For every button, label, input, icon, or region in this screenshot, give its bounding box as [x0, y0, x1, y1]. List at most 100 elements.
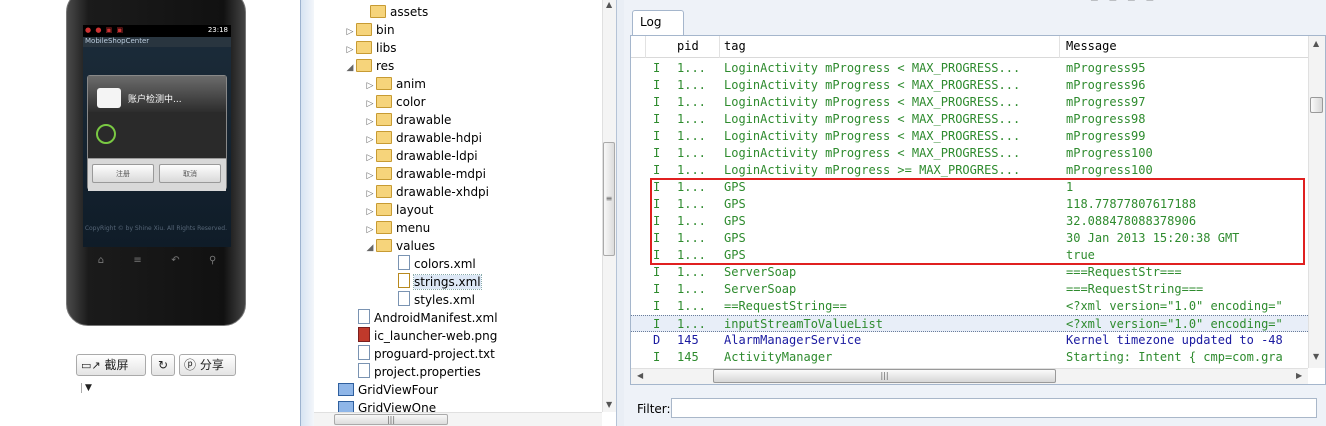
- back-key-icon[interactable]: ↶: [171, 255, 179, 269]
- log-tag: ServerSoap: [724, 265, 797, 279]
- tree-item-label: AndroidManifest.xml: [374, 311, 498, 325]
- tree-item[interactable]: ◢ res: [344, 57, 394, 75]
- tree-item[interactable]: ▷ bin: [344, 21, 395, 39]
- scroll-down-arrow-icon[interactable]: ▼: [606, 400, 612, 409]
- log-row[interactable]: I 1... LoginActivity mProgress < MAX_PROGR…: [631, 77, 1308, 94]
- scroll-up-arrow-icon[interactable]: ▲: [606, 0, 612, 9]
- collapse-arrow-icon[interactable]: ◢: [344, 59, 356, 77]
- log-row[interactable]: I 1... inputStreamToValueList <?xml version…: [631, 315, 1308, 332]
- log-row[interactable]: I 1... LoginActivity mProgress < MAX_PROGR…: [631, 60, 1308, 77]
- scroll-down-arrow-icon[interactable]: ▼: [1313, 352, 1319, 361]
- log-message: mProgress100: [1066, 163, 1153, 177]
- folder-icon: [376, 113, 392, 126]
- tree-item[interactable]: colors.xml: [384, 255, 476, 273]
- header-separator: [1059, 36, 1060, 58]
- log-row[interactable]: I 1... LoginActivity mProgress < MAX_PROGR…: [631, 128, 1308, 145]
- tree-item[interactable]: ▷ libs: [344, 39, 397, 57]
- log-tag: AlarmManagerService: [724, 333, 862, 347]
- message-column-header[interactable]: Message: [1066, 39, 1117, 53]
- log-row[interactable]: I 145 ActivityManager Starting: Intent { cm…: [631, 349, 1308, 366]
- tree-item-label: layout: [396, 203, 434, 217]
- emulator-screen[interactable]: ● ● ▣ ▣ 23:18 MobileShopCenter 账户检测中... …: [83, 25, 231, 247]
- tree-item[interactable]: proguard-project.txt: [344, 345, 495, 363]
- dialog-header: 账户检测中...: [88, 76, 226, 112]
- scroll-right-arrow-icon[interactable]: ▶: [1296, 371, 1302, 380]
- log-vertical-scrollbar[interactable]: [1308, 36, 1325, 368]
- tree-horizontal-scroll-thumb[interactable]: |||: [334, 414, 448, 425]
- log-row[interactable]: I 1... LoginActivity mProgress >= MAX_PROG…: [631, 162, 1308, 179]
- tree-item[interactable]: strings.xml: [384, 273, 482, 291]
- folder-icon: [376, 185, 392, 198]
- log-level: I: [653, 78, 661, 92]
- log-tag: LoginActivity mProgress < MAX_PROGRESS..…: [724, 61, 1021, 75]
- tab-log[interactable]: Log: [632, 10, 684, 36]
- folder-icon: [356, 59, 372, 72]
- log-message: <?xml version="1.0" encoding=": [1066, 299, 1283, 313]
- project-icon: [338, 383, 354, 396]
- screenshot-icon: ▭↗: [81, 359, 101, 372]
- tree-item[interactable]: assets: [358, 3, 428, 21]
- chevron-down-icon[interactable]: ▼: [81, 383, 92, 393]
- log-row[interactable]: I 1... LoginActivity mProgress < MAX_PROGR…: [631, 111, 1308, 128]
- log-level: I: [653, 112, 661, 126]
- log-row[interactable]: D 145 AlarmManagerService Kernel timezone u…: [631, 332, 1308, 349]
- tree-item[interactable]: ▷ drawable-hdpi: [364, 129, 482, 147]
- tree-item-label: drawable-ldpi: [396, 149, 478, 163]
- tree-item[interactable]: styles.xml: [384, 291, 475, 309]
- tree-item[interactable]: ▷ drawable-xhdpi: [364, 183, 489, 201]
- log-message: mProgress95: [1066, 61, 1146, 75]
- xml-file-icon: [398, 273, 410, 288]
- log-level: I: [653, 146, 661, 160]
- tree-vertical-scroll-thumb[interactable]: ≡: [603, 142, 615, 256]
- tree-item[interactable]: AndroidManifest.xml: [344, 309, 498, 327]
- home-key-icon[interactable]: ⌂: [98, 255, 104, 269]
- view-divider[interactable]: [616, 0, 624, 426]
- log-message: ===RequestStr===: [1066, 265, 1182, 279]
- filter-input[interactable]: [671, 398, 1317, 418]
- tree-item[interactable]: ▷ anim: [364, 75, 426, 93]
- menu-key-icon[interactable]: ≡: [133, 255, 141, 269]
- gps-highlight-box: [650, 178, 1305, 265]
- log-horizontal-scroll-thumb[interactable]: |||: [713, 369, 1056, 383]
- log-table-header: pid tag Message: [631, 36, 1308, 58]
- refresh-button[interactable]: ↻: [151, 354, 175, 376]
- folder-icon: [376, 239, 392, 252]
- log-row[interactable]: I 1... LoginActivity mProgress < MAX_PROGR…: [631, 94, 1308, 111]
- log-vertical-scroll-thumb[interactable]: [1310, 97, 1323, 113]
- folder-icon: [376, 203, 392, 216]
- log-tag: LoginActivity mProgress < MAX_PROGRESS..…: [724, 146, 1021, 160]
- tree-item[interactable]: ▷ drawable-ldpi: [364, 147, 478, 165]
- log-tag: LoginActivity mProgress < MAX_PROGRESS..…: [724, 112, 1021, 126]
- tree-item[interactable]: project.properties: [344, 363, 481, 381]
- header-separator: [645, 36, 646, 58]
- tree-item[interactable]: ▷ color: [364, 93, 426, 111]
- screenshot-button[interactable]: ▭↗ 截屏 ▼: [76, 354, 146, 393]
- pid-column-header[interactable]: pid: [677, 39, 699, 53]
- log-row[interactable]: I 1... ServerSoap ===RequestStr===: [631, 264, 1308, 281]
- log-tag: LoginActivity mProgress >= MAX_PROGRES..…: [724, 163, 1021, 177]
- tree-item[interactable]: GridViewFour: [326, 381, 438, 399]
- log-level: I: [653, 317, 661, 331]
- log-row[interactable]: I 1... LoginActivity mProgress < MAX_PROGR…: [631, 145, 1308, 162]
- log-pid: 1...: [677, 78, 706, 92]
- panel-splitter[interactable]: [300, 0, 314, 426]
- dialog-cancel-button[interactable]: 取消: [159, 164, 221, 183]
- share-button[interactable]: ⓟ 分享: [179, 354, 236, 376]
- tree-item[interactable]: ▷ menu: [364, 219, 430, 237]
- tree-item[interactable]: ▷ layout: [364, 201, 433, 219]
- tree-item[interactable]: ▷ drawable-mdpi: [364, 165, 486, 183]
- tree-item[interactable]: ◢ values: [364, 237, 435, 255]
- app-title-bar: MobileShopCenter: [83, 37, 231, 47]
- png-file-icon: [358, 327, 370, 342]
- log-row[interactable]: I 1... ==RequestString== <?xml version="1.0…: [631, 298, 1308, 315]
- tag-column-header[interactable]: tag: [724, 39, 746, 53]
- scroll-left-arrow-icon[interactable]: ◀: [637, 371, 643, 380]
- dialog-register-button[interactable]: 注册: [92, 164, 154, 183]
- search-key-icon[interactable]: ⚲: [209, 255, 216, 269]
- folder-icon: [376, 221, 392, 234]
- scroll-up-arrow-icon[interactable]: ▲: [1313, 39, 1319, 48]
- log-row[interactable]: I 1... ServerSoap ===RequestString===: [631, 281, 1308, 298]
- tree-item[interactable]: ic_launcher-web.png: [344, 327, 497, 345]
- collapse-arrow-icon[interactable]: ◢: [364, 239, 376, 257]
- tree-item[interactable]: ▷ drawable: [364, 111, 451, 129]
